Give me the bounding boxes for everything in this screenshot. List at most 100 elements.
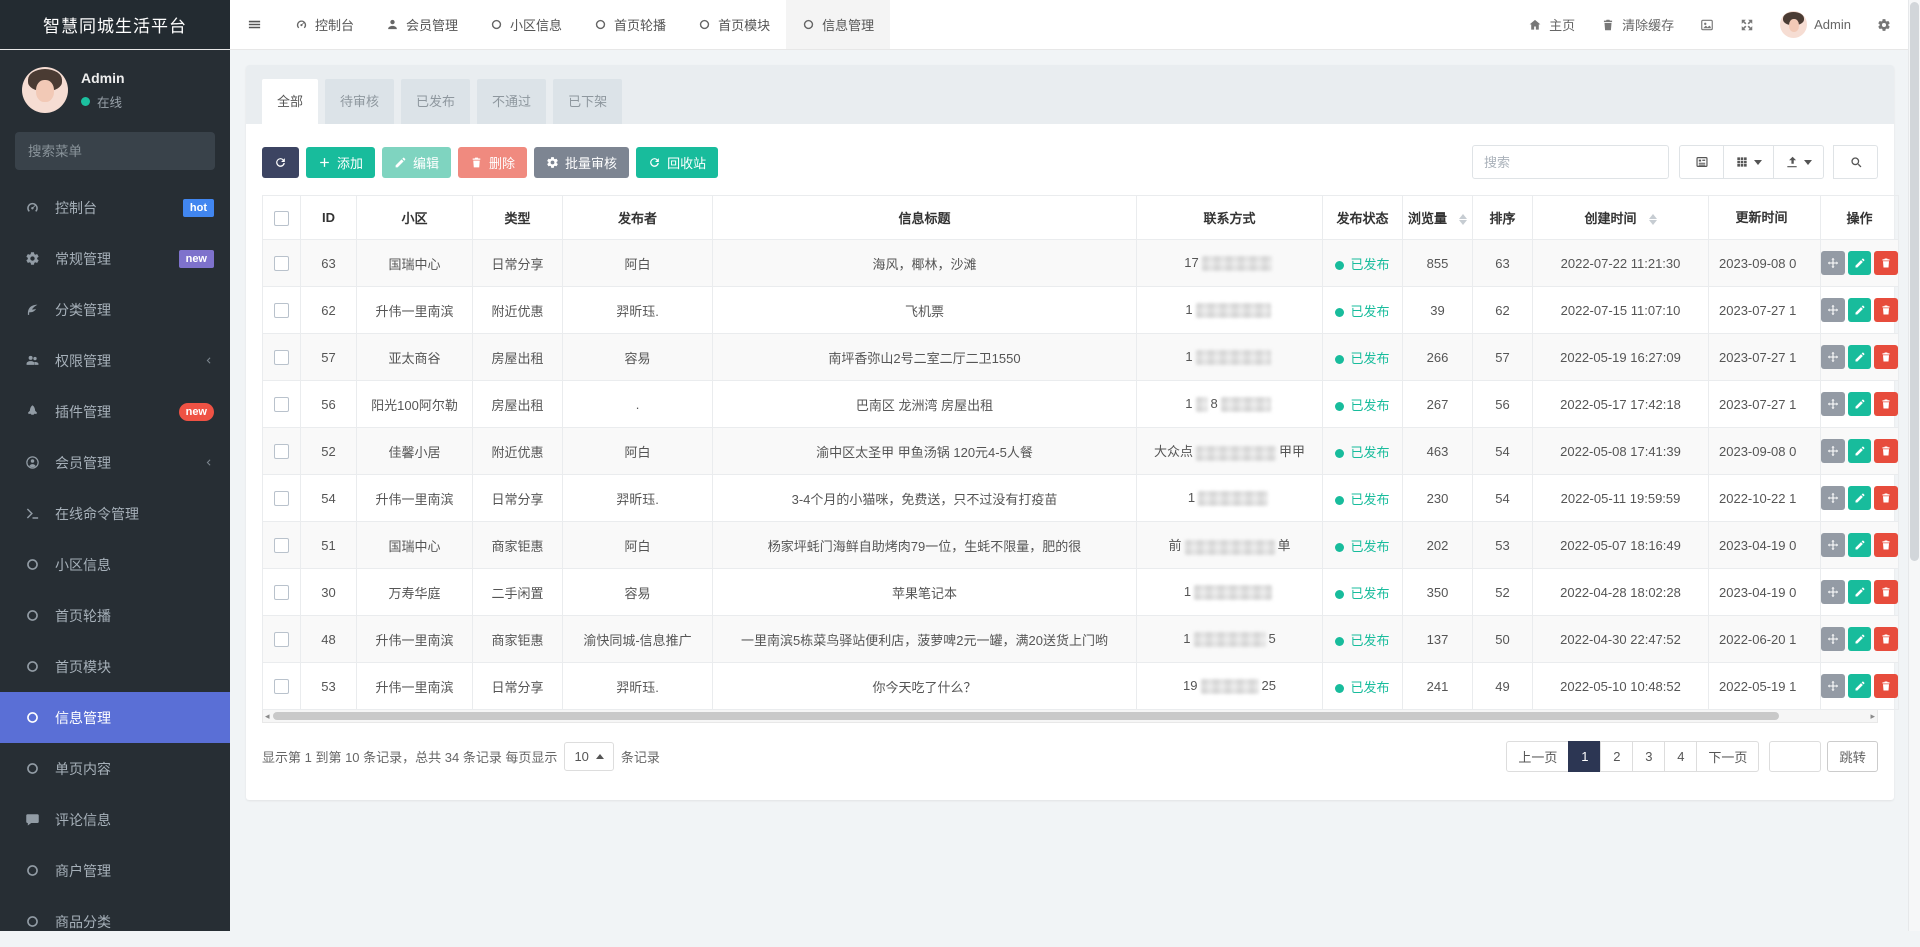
- sidebar-item[interactable]: 在线命令管理: [0, 488, 230, 539]
- page-button-2[interactable]: 2: [1600, 741, 1634, 772]
- image-button[interactable]: [1687, 0, 1727, 49]
- move-button[interactable]: [1821, 298, 1845, 322]
- delete-row-button[interactable]: [1874, 627, 1898, 651]
- sidebar-item[interactable]: 单页内容: [0, 743, 230, 794]
- tab-全部[interactable]: 全部: [262, 79, 319, 124]
- tab-已下架[interactable]: 已下架: [553, 79, 623, 124]
- vertical-scrollbar-thumb[interactable]: [1910, 2, 1919, 561]
- jump-button[interactable]: 跳转: [1827, 741, 1878, 772]
- topnav-item[interactable]: 首页模块: [682, 0, 786, 49]
- delete-row-button[interactable]: [1874, 251, 1898, 275]
- delete-row-button[interactable]: [1874, 298, 1898, 322]
- sidebar-item[interactable]: 插件管理 new: [0, 386, 230, 437]
- topnav-item[interactable]: 小区信息: [474, 0, 578, 49]
- row-checkbox[interactable]: [274, 444, 289, 460]
- edit-row-button[interactable]: [1847, 486, 1872, 510]
- sort-icon[interactable]: [1459, 214, 1467, 226]
- topnav-item[interactable]: 控制台: [279, 0, 370, 49]
- sidebar-item[interactable]: 商户管理: [0, 845, 230, 896]
- prev-page-button[interactable]: 上一页: [1506, 741, 1570, 772]
- edit-row-button[interactable]: [1847, 251, 1872, 275]
- batch-audit-button[interactable]: 批量审核: [534, 146, 630, 178]
- clear-cache-link[interactable]: 清除缓存: [1588, 0, 1687, 49]
- home-link[interactable]: 主页: [1515, 0, 1588, 49]
- detail-view-button[interactable]: [1679, 145, 1724, 179]
- sidebar-item[interactable]: 权限管理: [0, 335, 230, 386]
- sidebar-item[interactable]: 分类管理: [0, 284, 230, 335]
- topnav-item[interactable]: 首页轮播: [578, 0, 682, 49]
- select-all-checkbox[interactable]: [274, 210, 289, 226]
- sort-icon[interactable]: [1648, 214, 1657, 226]
- sidebar-toggle-button[interactable]: [230, 0, 279, 49]
- page-button-4[interactable]: 4: [1664, 741, 1698, 772]
- move-button[interactable]: [1821, 392, 1845, 416]
- edit-row-button[interactable]: [1847, 674, 1872, 698]
- move-button[interactable]: [1821, 533, 1845, 557]
- delete-button[interactable]: 删除: [458, 146, 528, 178]
- page-button-3[interactable]: 3: [1632, 741, 1666, 772]
- row-checkbox[interactable]: [274, 679, 289, 695]
- delete-row-button[interactable]: [1874, 486, 1898, 510]
- move-button[interactable]: [1821, 580, 1845, 604]
- move-button[interactable]: [1821, 251, 1845, 275]
- move-button[interactable]: [1821, 345, 1845, 369]
- columns-button[interactable]: [1723, 145, 1774, 179]
- sidebar-item[interactable]: 首页模块: [0, 641, 230, 692]
- horizontal-scrollbar[interactable]: [262, 710, 1878, 723]
- edit-row-button[interactable]: [1847, 627, 1872, 651]
- delete-row-button[interactable]: [1874, 533, 1898, 557]
- tab-已发布[interactable]: 已发布: [401, 79, 471, 124]
- settings-button[interactable]: [1864, 0, 1904, 49]
- move-button[interactable]: [1821, 486, 1845, 510]
- row-checkbox[interactable]: [274, 397, 289, 413]
- delete-row-button[interactable]: [1874, 345, 1898, 369]
- edit-row-button[interactable]: [1847, 580, 1872, 604]
- delete-row-button[interactable]: [1874, 674, 1898, 698]
- row-checkbox[interactable]: [274, 256, 289, 272]
- sidebar-item[interactable]: 评论信息: [0, 794, 230, 845]
- topnav-item[interactable]: 信息管理: [786, 0, 891, 49]
- edit-button[interactable]: 编辑: [382, 146, 452, 178]
- delete-row-button[interactable]: [1874, 439, 1898, 463]
- vertical-scrollbar[interactable]: [1908, 0, 1920, 931]
- search-button[interactable]: [1833, 145, 1878, 179]
- page-button-1[interactable]: 1: [1568, 741, 1602, 772]
- add-button[interactable]: 添加: [306, 146, 376, 178]
- move-button[interactable]: [1821, 439, 1845, 463]
- edit-row-button[interactable]: [1847, 345, 1872, 369]
- sidebar-item[interactable]: 会员管理: [0, 437, 230, 488]
- tab-待审核[interactable]: 待审核: [325, 79, 395, 124]
- sidebar-item[interactable]: 常规管理 new: [0, 233, 230, 284]
- sidebar-item[interactable]: 信息管理: [0, 692, 230, 743]
- row-checkbox[interactable]: [274, 632, 289, 648]
- row-checkbox[interactable]: [274, 538, 289, 554]
- edit-row-button[interactable]: [1847, 533, 1872, 557]
- sidebar-item[interactable]: 控制台 hot: [0, 182, 230, 233]
- table-search-input[interactable]: [1472, 145, 1669, 179]
- edit-row-button[interactable]: [1847, 392, 1872, 416]
- move-button[interactable]: [1821, 627, 1845, 651]
- delete-row-button[interactable]: [1874, 580, 1898, 604]
- sidebar-item[interactable]: 商品分类: [0, 896, 230, 947]
- next-page-button[interactable]: 下一页: [1696, 741, 1760, 772]
- export-button[interactable]: [1773, 145, 1824, 179]
- user-menu[interactable]: Admin: [1767, 0, 1864, 49]
- refresh-button[interactable]: [262, 146, 299, 178]
- delete-row-button[interactable]: [1874, 392, 1898, 416]
- tab-不通过[interactable]: 不通过: [477, 79, 547, 124]
- topnav-item[interactable]: 会员管理: [370, 0, 474, 49]
- edit-row-button[interactable]: [1847, 298, 1872, 322]
- horizontal-scrollbar-thumb[interactable]: [273, 712, 1779, 720]
- recycle-button[interactable]: 回收站: [636, 146, 719, 178]
- edit-row-button[interactable]: [1847, 439, 1872, 463]
- row-checkbox[interactable]: [274, 585, 289, 601]
- row-checkbox[interactable]: [274, 303, 289, 319]
- jump-page-input[interactable]: [1769, 741, 1822, 772]
- sidebar-item[interactable]: 首页轮播: [0, 590, 230, 641]
- menu-search-input[interactable]: [28, 143, 205, 159]
- page-size-select[interactable]: 10: [564, 742, 614, 771]
- move-button[interactable]: [1821, 674, 1845, 698]
- row-checkbox[interactable]: [274, 491, 289, 507]
- row-checkbox[interactable]: [274, 350, 289, 366]
- sidebar-item[interactable]: 小区信息: [0, 539, 230, 590]
